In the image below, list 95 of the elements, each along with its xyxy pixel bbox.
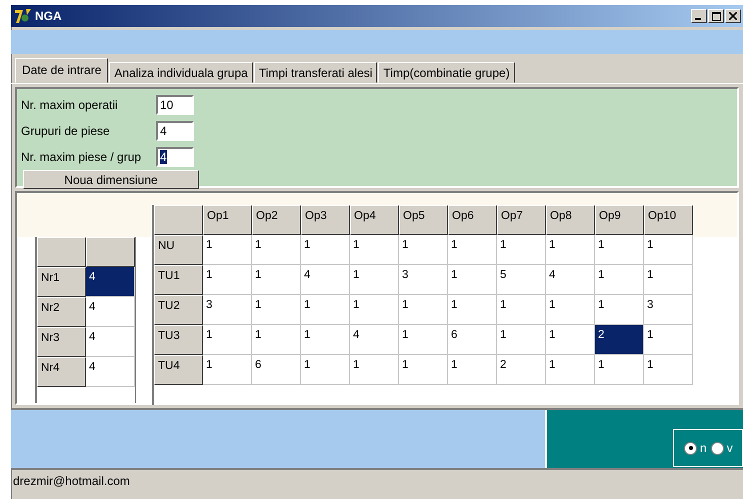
table-cell[interactable]: 3 bbox=[203, 295, 252, 325]
table-cell[interactable]: 4 bbox=[350, 325, 399, 355]
table-cell[interactable]: 1 bbox=[497, 235, 546, 265]
tab[interactable]: Timp(combinatie grupe) bbox=[378, 62, 515, 83]
row-header: TU2 bbox=[154, 295, 203, 325]
table-cell[interactable]: 1 bbox=[301, 235, 350, 265]
column-header: Op6 bbox=[448, 205, 497, 235]
table-cell[interactable]: 1 bbox=[497, 325, 546, 355]
table-cell[interactable]: 1 bbox=[595, 355, 644, 385]
tab[interactable]: Analiza individuala grupa bbox=[109, 62, 253, 83]
resize-button[interactable]: Noua dimensiune bbox=[23, 170, 199, 189]
column-header: Op1 bbox=[203, 205, 252, 235]
row-header: Nr2 bbox=[37, 297, 86, 327]
table-cell[interactable]: 1 bbox=[644, 355, 693, 385]
table-cell[interactable]: 4 bbox=[86, 357, 135, 387]
close-icon bbox=[729, 12, 737, 20]
table-cell[interactable]: 1 bbox=[301, 325, 350, 355]
table-cell[interactable]: 4 bbox=[86, 327, 135, 357]
column-header: Op10 bbox=[644, 205, 693, 235]
tab[interactable]: Timpi transferati alesi bbox=[254, 62, 378, 83]
table-cell[interactable]: 1 bbox=[252, 325, 301, 355]
table-cell[interactable]: 1 bbox=[301, 295, 350, 325]
row-header: Nr3 bbox=[37, 327, 86, 357]
row-header: TU3 bbox=[154, 325, 203, 355]
column-header: Op9 bbox=[595, 205, 644, 235]
row-header: Nr1 bbox=[37, 267, 86, 297]
field-label: Grupuri de piese bbox=[21, 124, 111, 138]
table-cell[interactable]: 1 bbox=[448, 235, 497, 265]
table-cell[interactable]: 2 bbox=[595, 325, 644, 355]
table-cell[interactable]: 1 bbox=[399, 295, 448, 325]
column-header: Op4 bbox=[350, 205, 399, 235]
table-cell[interactable]: 6 bbox=[252, 355, 301, 385]
status-text: drezmir@hotmail.com bbox=[13, 474, 130, 488]
header-cell bbox=[86, 237, 135, 267]
table-cell[interactable]: 1 bbox=[546, 325, 595, 355]
table-cell[interactable]: 1 bbox=[546, 295, 595, 325]
table-cell[interactable]: 1 bbox=[448, 295, 497, 325]
table-cell[interactable]: 1 bbox=[252, 265, 301, 295]
header-cell bbox=[154, 205, 203, 235]
row-header: TU1 bbox=[154, 265, 203, 295]
table-cell[interactable]: 1 bbox=[546, 355, 595, 385]
table-cell[interactable]: 1 bbox=[301, 355, 350, 385]
table-cell[interactable]: 3 bbox=[399, 265, 448, 295]
table-cell[interactable]: 1 bbox=[350, 235, 399, 265]
input-field[interactable]: 4 bbox=[156, 147, 194, 167]
column-header: Op3 bbox=[301, 205, 350, 235]
app-logo-icon bbox=[14, 8, 32, 24]
table-cell[interactable]: 1 bbox=[350, 355, 399, 385]
table-cell[interactable]: 1 bbox=[399, 355, 448, 385]
maximize-icon bbox=[712, 12, 720, 20]
table-cell[interactable]: 1 bbox=[497, 295, 546, 325]
table-cell[interactable]: 1 bbox=[203, 325, 252, 355]
table-cell[interactable]: 1 bbox=[546, 235, 595, 265]
table-cell[interactable]: 1 bbox=[252, 235, 301, 265]
column-header: Op8 bbox=[546, 205, 595, 235]
field-label: Nr. maxim operatii bbox=[21, 98, 119, 112]
input-field[interactable]: 4 bbox=[156, 121, 194, 141]
table-cell[interactable]: 1 bbox=[203, 235, 252, 265]
field-label: Nr. maxim piese / grup bbox=[21, 150, 142, 164]
table-cell[interactable]: 4 bbox=[301, 265, 350, 295]
table-cell[interactable]: 6 bbox=[448, 325, 497, 355]
table-cell[interactable]: 3 bbox=[644, 295, 693, 325]
row-header: NU bbox=[154, 235, 203, 265]
table-cell[interactable]: 1 bbox=[644, 235, 693, 265]
table-cell[interactable]: 1 bbox=[595, 295, 644, 325]
table-cell[interactable]: 1 bbox=[399, 235, 448, 265]
table-cell[interactable]: 2 bbox=[497, 355, 546, 385]
row-header: TU4 bbox=[154, 355, 203, 385]
maximize-button[interactable] bbox=[708, 9, 724, 23]
table-cell[interactable]: 1 bbox=[203, 355, 252, 385]
column-header: Op7 bbox=[497, 205, 546, 235]
table-cell[interactable]: 1 bbox=[595, 235, 644, 265]
table-cell[interactable]: 1 bbox=[203, 265, 252, 295]
input-field[interactable]: 10 bbox=[156, 95, 194, 115]
table-cell[interactable]: 1 bbox=[644, 265, 693, 295]
table-cell[interactable]: 1 bbox=[252, 295, 301, 325]
table-cell[interactable]: 4 bbox=[86, 297, 135, 327]
table-cell[interactable]: 1 bbox=[644, 325, 693, 355]
window-title: NGA bbox=[35, 9, 63, 23]
table-cell[interactable]: 1 bbox=[350, 265, 399, 295]
table-cell[interactable]: 4 bbox=[86, 267, 135, 297]
table-cell[interactable]: 1 bbox=[448, 355, 497, 385]
row-header: Nr4 bbox=[37, 357, 86, 387]
tab[interactable]: Date de intrare bbox=[15, 58, 108, 83]
table-cell[interactable]: 1 bbox=[399, 325, 448, 355]
table-cell[interactable]: 1 bbox=[448, 265, 497, 295]
table-cell[interactable]: 5 bbox=[497, 265, 546, 295]
minimize-button[interactable] bbox=[691, 9, 707, 23]
close-button[interactable] bbox=[725, 9, 741, 23]
column-header: Op2 bbox=[252, 205, 301, 235]
header-cell bbox=[37, 237, 86, 267]
table-cell[interactable]: 1 bbox=[595, 265, 644, 295]
table-cell[interactable]: 1 bbox=[350, 295, 399, 325]
column-header: Op5 bbox=[399, 205, 448, 235]
table-cell[interactable]: 4 bbox=[546, 265, 595, 295]
